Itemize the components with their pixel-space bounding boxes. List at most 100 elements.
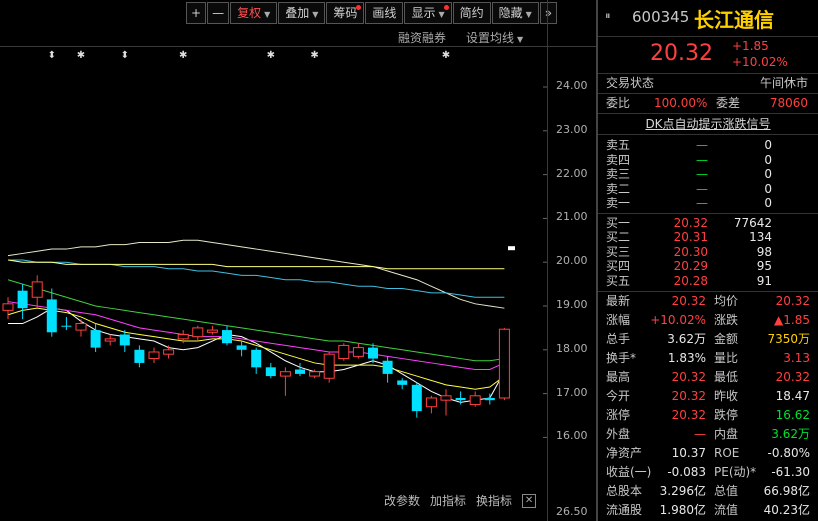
stat-value: 10.37	[671, 446, 706, 460]
level-label: 买三	[606, 244, 631, 259]
stat-label: 昨收	[714, 389, 739, 403]
dk-signal-link[interactable]: DK点自动提示涨跌信号	[598, 114, 818, 134]
candle-body	[425, 397, 437, 408]
stat-label: 跌停	[714, 408, 739, 422]
chart-toolbar: + — 复权 ▼ 叠加 ▼ 筹码 画线 显示 ▼ 简约 隐藏 ▼ »	[186, 2, 558, 24]
stat-label: 最新	[606, 294, 631, 308]
stat-value: -61.30	[771, 465, 810, 479]
level-label: 卖二	[606, 181, 631, 196]
bottom-axis-label: 26.50	[556, 505, 588, 518]
level-price: —	[696, 138, 708, 152]
zoom-in-label: +	[191, 6, 202, 20]
price-candlestick-chart[interactable]: ⬍ ✱ ⬍ ✱ ✱ ✱ ✱	[0, 40, 547, 460]
signal-marker: ✱	[77, 50, 85, 61]
stat-value: 40.23亿	[763, 503, 810, 517]
more-button[interactable]: »	[539, 2, 558, 24]
zoom-out-button[interactable]: —	[207, 2, 230, 24]
stat-row: 今开 20.32 昨收 18.47	[598, 387, 818, 406]
stat-value: 3.62万	[667, 332, 706, 346]
stat-label: PE(动)*	[714, 465, 757, 479]
order-diff-value: 78060	[769, 96, 808, 110]
switch-indicator-button[interactable]: 换指标	[476, 492, 512, 509]
ask-row: 卖五 — 0	[598, 138, 818, 153]
signal-marker: ✱	[179, 50, 187, 61]
close-icon[interactable]: ✕	[522, 493, 537, 508]
kline-chart-panel[interactable]: + — 复权 ▼ 叠加 ▼ 筹码 画线 显示 ▼ 简约 隐藏 ▼» 融资融券 设置均线 ▼ ⬍ ✱ ⬍ ✱ ✱ ✱ ✱…	[0, 0, 596, 521]
stat-label: 内盘	[714, 427, 739, 441]
level-label: 买一	[606, 215, 631, 230]
signal-marker: ⬍	[48, 50, 56, 61]
stat-label: 涨跌	[714, 313, 739, 327]
candle-body	[455, 397, 466, 401]
candle-body	[104, 338, 116, 342]
draw-line-button[interactable]: 画线	[365, 2, 404, 24]
stat-label: 今开	[606, 389, 631, 403]
stat-value: 18.47	[775, 389, 810, 403]
more-label: »	[544, 6, 553, 20]
bid-row: 买三 20.30 98	[598, 245, 818, 260]
stat-value: 20.32	[775, 370, 810, 384]
quote-price-row: 20.32 +1.85 +10.02%	[598, 37, 818, 74]
zoom-in-button[interactable]: +	[186, 2, 207, 24]
candle-body	[440, 395, 452, 401]
candle-body	[46, 299, 57, 333]
level-volume: 77642	[733, 215, 772, 230]
level-volume: 0	[764, 167, 772, 181]
level-volume: 91	[756, 273, 772, 288]
price-axis-tick-label: 21.00	[556, 210, 588, 224]
level-label: 卖一	[606, 196, 631, 210]
order-ratio-row: 委比 100.00% 委差 78060	[598, 94, 818, 113]
level-price: —	[696, 196, 708, 210]
candle-body	[119, 334, 130, 346]
dk-signal-label: DK点自动提示涨跌信号	[645, 117, 771, 131]
stat-value: 1.83%	[667, 351, 706, 365]
candle-body	[236, 345, 247, 350]
add-indicator-button[interactable]: 加指标	[430, 492, 466, 509]
stat-value: 3.13	[783, 351, 810, 365]
candle-body	[177, 333, 189, 340]
stat-value: 20.32	[775, 294, 810, 308]
level-label: 卖四	[606, 152, 631, 167]
level-volume: 0	[764, 196, 772, 210]
level-volume: 134	[749, 230, 772, 244]
level-volume: 95	[756, 259, 772, 273]
stat-row: 换手* 1.83% 量比 3.13	[598, 349, 818, 368]
caret-down-icon: ▼	[525, 10, 532, 19]
level-price: —	[696, 167, 708, 181]
signal-marker: ✱	[442, 50, 450, 61]
candle-body	[352, 347, 364, 357]
candle-body	[148, 351, 160, 360]
stat-value: 3.62万	[771, 427, 810, 441]
candle-body	[338, 344, 350, 360]
hide-label: 隐藏	[498, 6, 523, 20]
candle-body	[397, 380, 408, 385]
candle-body	[163, 349, 175, 355]
edit-params-button[interactable]: 改参数	[384, 492, 420, 509]
hide-button[interactable]: 隐藏 ▼	[491, 2, 539, 24]
display-button[interactable]: 显示 ▼	[404, 2, 452, 24]
candle-body	[2, 303, 14, 311]
price-change-percent: +10.02%	[732, 55, 788, 69]
stat-label: 换手*	[606, 351, 637, 365]
level-label: 买四	[606, 259, 631, 273]
stat-row: 收益(一) -0.083 PE(动)* -61.30	[598, 463, 818, 482]
candle-body	[61, 325, 72, 327]
notification-dot-icon	[356, 5, 362, 10]
candle-body	[265, 367, 276, 377]
chip-button[interactable]: 筹码	[326, 2, 365, 24]
price-axis-divider	[547, 0, 548, 521]
adjust-price-button[interactable]: 复权 ▼	[230, 2, 278, 24]
overlay-button[interactable]: 叠加 ▼	[278, 2, 326, 24]
quote-stats: 最新 20.32 均价 20.32 涨幅 +10.02% 涨跌 ▲1.85 总手 3.62万 金额 7…	[598, 292, 818, 520]
order-diff-label: 委差	[716, 96, 741, 110]
stat-value: 20.32	[671, 408, 706, 422]
price-axis-tick-label: 24.00	[556, 79, 588, 92]
pause-icon[interactable]: ⏸	[605, 9, 611, 23]
candle-body	[222, 330, 232, 344]
simple-mode-button[interactable]: 简约	[452, 2, 491, 24]
candle-body	[279, 371, 291, 377]
level-price: —	[696, 181, 708, 196]
stat-label: 收益(一)	[606, 465, 652, 479]
trade-status-value: 午间休市	[759, 76, 808, 90]
stat-value: +10.02%	[650, 313, 706, 327]
